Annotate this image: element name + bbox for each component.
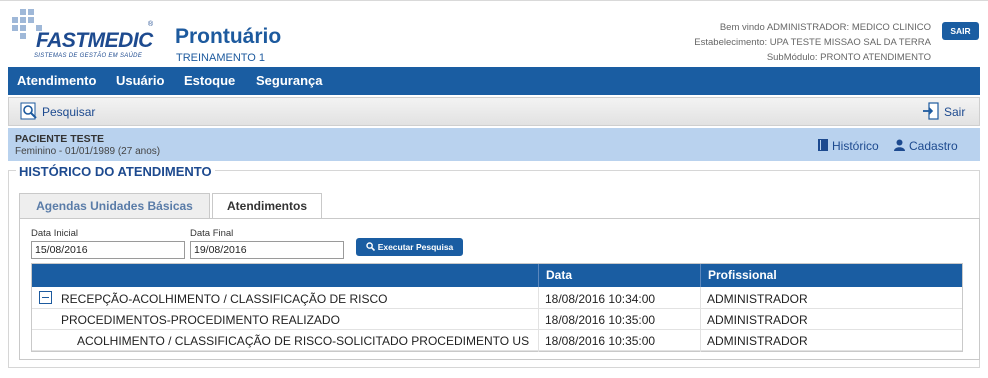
column-header-data[interactable]: Data xyxy=(546,268,572,282)
row-professional: ADMINISTRADOR xyxy=(707,334,808,348)
establishment-text: Estabelecimento: UPA TESTE MISSAO SAL DA… xyxy=(694,37,931,48)
search-icon xyxy=(365,242,375,252)
table-row[interactable]: RECEPÇÃO-ACOLHIMENTO / CLASSIFICAÇÃO DE … xyxy=(32,288,962,309)
main-menu: Atendimento Usuário Estoque Segurança xyxy=(8,67,980,95)
row-description: RECEPÇÃO-ACOLHIMENTO / CLASSIFICAÇÃO DE … xyxy=(61,292,388,306)
row-date: 18/08/2016 10:34:00 xyxy=(545,292,656,306)
patient-bar: PACIENTE TESTE Feminino - 01/01/1989 (27… xyxy=(8,128,980,161)
header-divider xyxy=(700,264,701,287)
results-table: Data Profissional RECEPÇÃO-ACOLHIMENTO /… xyxy=(31,263,963,352)
fastmedic-logo: FASTMEDIC SISTEMAS DE GESTÃO EM SAÚDE ® xyxy=(8,7,156,63)
register-link[interactable]: Cadastro xyxy=(894,139,958,153)
exit-button[interactable]: Sair xyxy=(922,102,965,122)
search-button[interactable]: Pesquisar xyxy=(20,102,95,122)
row-date: 18/08/2016 10:35:00 xyxy=(545,334,656,348)
app-header: FASTMEDIC SISTEMAS DE GESTÃO EM SAÚDE ® … xyxy=(0,0,988,66)
search-button-label: Pesquisar xyxy=(42,105,96,119)
menu-item-usuario[interactable]: Usuário xyxy=(116,73,164,88)
logo-text: FASTMEDIC xyxy=(36,29,153,52)
header-divider xyxy=(538,264,539,287)
toolbar: Pesquisar Sair xyxy=(8,97,980,126)
logout-button[interactable]: SAIR xyxy=(942,22,979,40)
welcome-text: Bem vindo ADMINISTRADOR: MEDICO CLINICO xyxy=(719,22,931,33)
row-professional: ADMINISTRADOR xyxy=(707,313,808,327)
patient-name: PACIENTE TESTE xyxy=(15,133,105,145)
book-icon xyxy=(818,139,828,151)
patient-info: Feminino - 01/01/1989 (27 anos) xyxy=(15,146,161,157)
history-link[interactable]: Histórico xyxy=(818,139,879,153)
menu-item-seguranca[interactable]: Segurança xyxy=(256,73,322,88)
register-link-label: Cadastro xyxy=(909,139,958,153)
section-title: HISTÓRICO DO ATENDIMENTO xyxy=(16,164,215,179)
end-date-label: Data Final xyxy=(190,228,234,239)
table-row[interactable]: PROCEDIMENTOS-PROCEDIMENTO REALIZADO 18/… xyxy=(32,309,962,330)
start-date-label: Data Inicial xyxy=(31,228,78,239)
menu-item-atendimento[interactable]: Atendimento xyxy=(17,73,96,88)
user-info: Bem vindo ADMINISTRADOR: MEDICO CLINICO … xyxy=(694,20,931,65)
table-header: Data Profissional xyxy=(32,264,962,287)
collapse-toggle-icon[interactable] xyxy=(39,291,52,304)
start-date-field[interactable]: 15/08/2016 xyxy=(31,241,185,259)
row-professional: ADMINISTRADOR xyxy=(707,292,808,306)
history-link-label: Histórico xyxy=(832,139,879,153)
page-title: Prontuário xyxy=(175,25,282,48)
execute-search-label: Executar Pesquisa xyxy=(377,242,454,252)
logo-subtitle: SISTEMAS DE GESTÃO EM SAÚDE xyxy=(34,53,143,59)
logo-registered-mark: ® xyxy=(148,21,154,28)
tab-atendimentos[interactable]: Atendimentos xyxy=(212,193,322,219)
menu-item-estoque[interactable]: Estoque xyxy=(184,73,235,88)
user-icon xyxy=(894,139,905,151)
search-icon xyxy=(20,102,37,120)
tab-agendas-unidades-basicas[interactable]: Agendas Unidades Básicas xyxy=(19,193,210,218)
row-date: 18/08/2016 10:35:00 xyxy=(545,313,656,327)
row-description: ACOLHIMENTO / CLASSIFICAÇÃO DE RISCO-SOL… xyxy=(77,334,530,348)
column-header-profissional[interactable]: Profissional xyxy=(708,268,777,282)
execute-search-button[interactable]: Executar Pesquisa xyxy=(356,238,463,256)
exit-button-label: Sair xyxy=(944,105,966,119)
page-subtitle: TREINAMENTO 1 xyxy=(176,52,266,64)
row-description: PROCEDIMENTOS-PROCEDIMENTO REALIZADO xyxy=(61,313,340,327)
end-date-field[interactable]: 19/08/2016 xyxy=(190,241,344,259)
exit-door-icon xyxy=(923,102,939,120)
table-row[interactable]: ACOLHIMENTO / CLASSIFICAÇÃO DE RISCO-SOL… xyxy=(32,330,962,351)
submodule-text: SubMódulo: PRONTO ATENDIMENTO xyxy=(766,52,931,63)
